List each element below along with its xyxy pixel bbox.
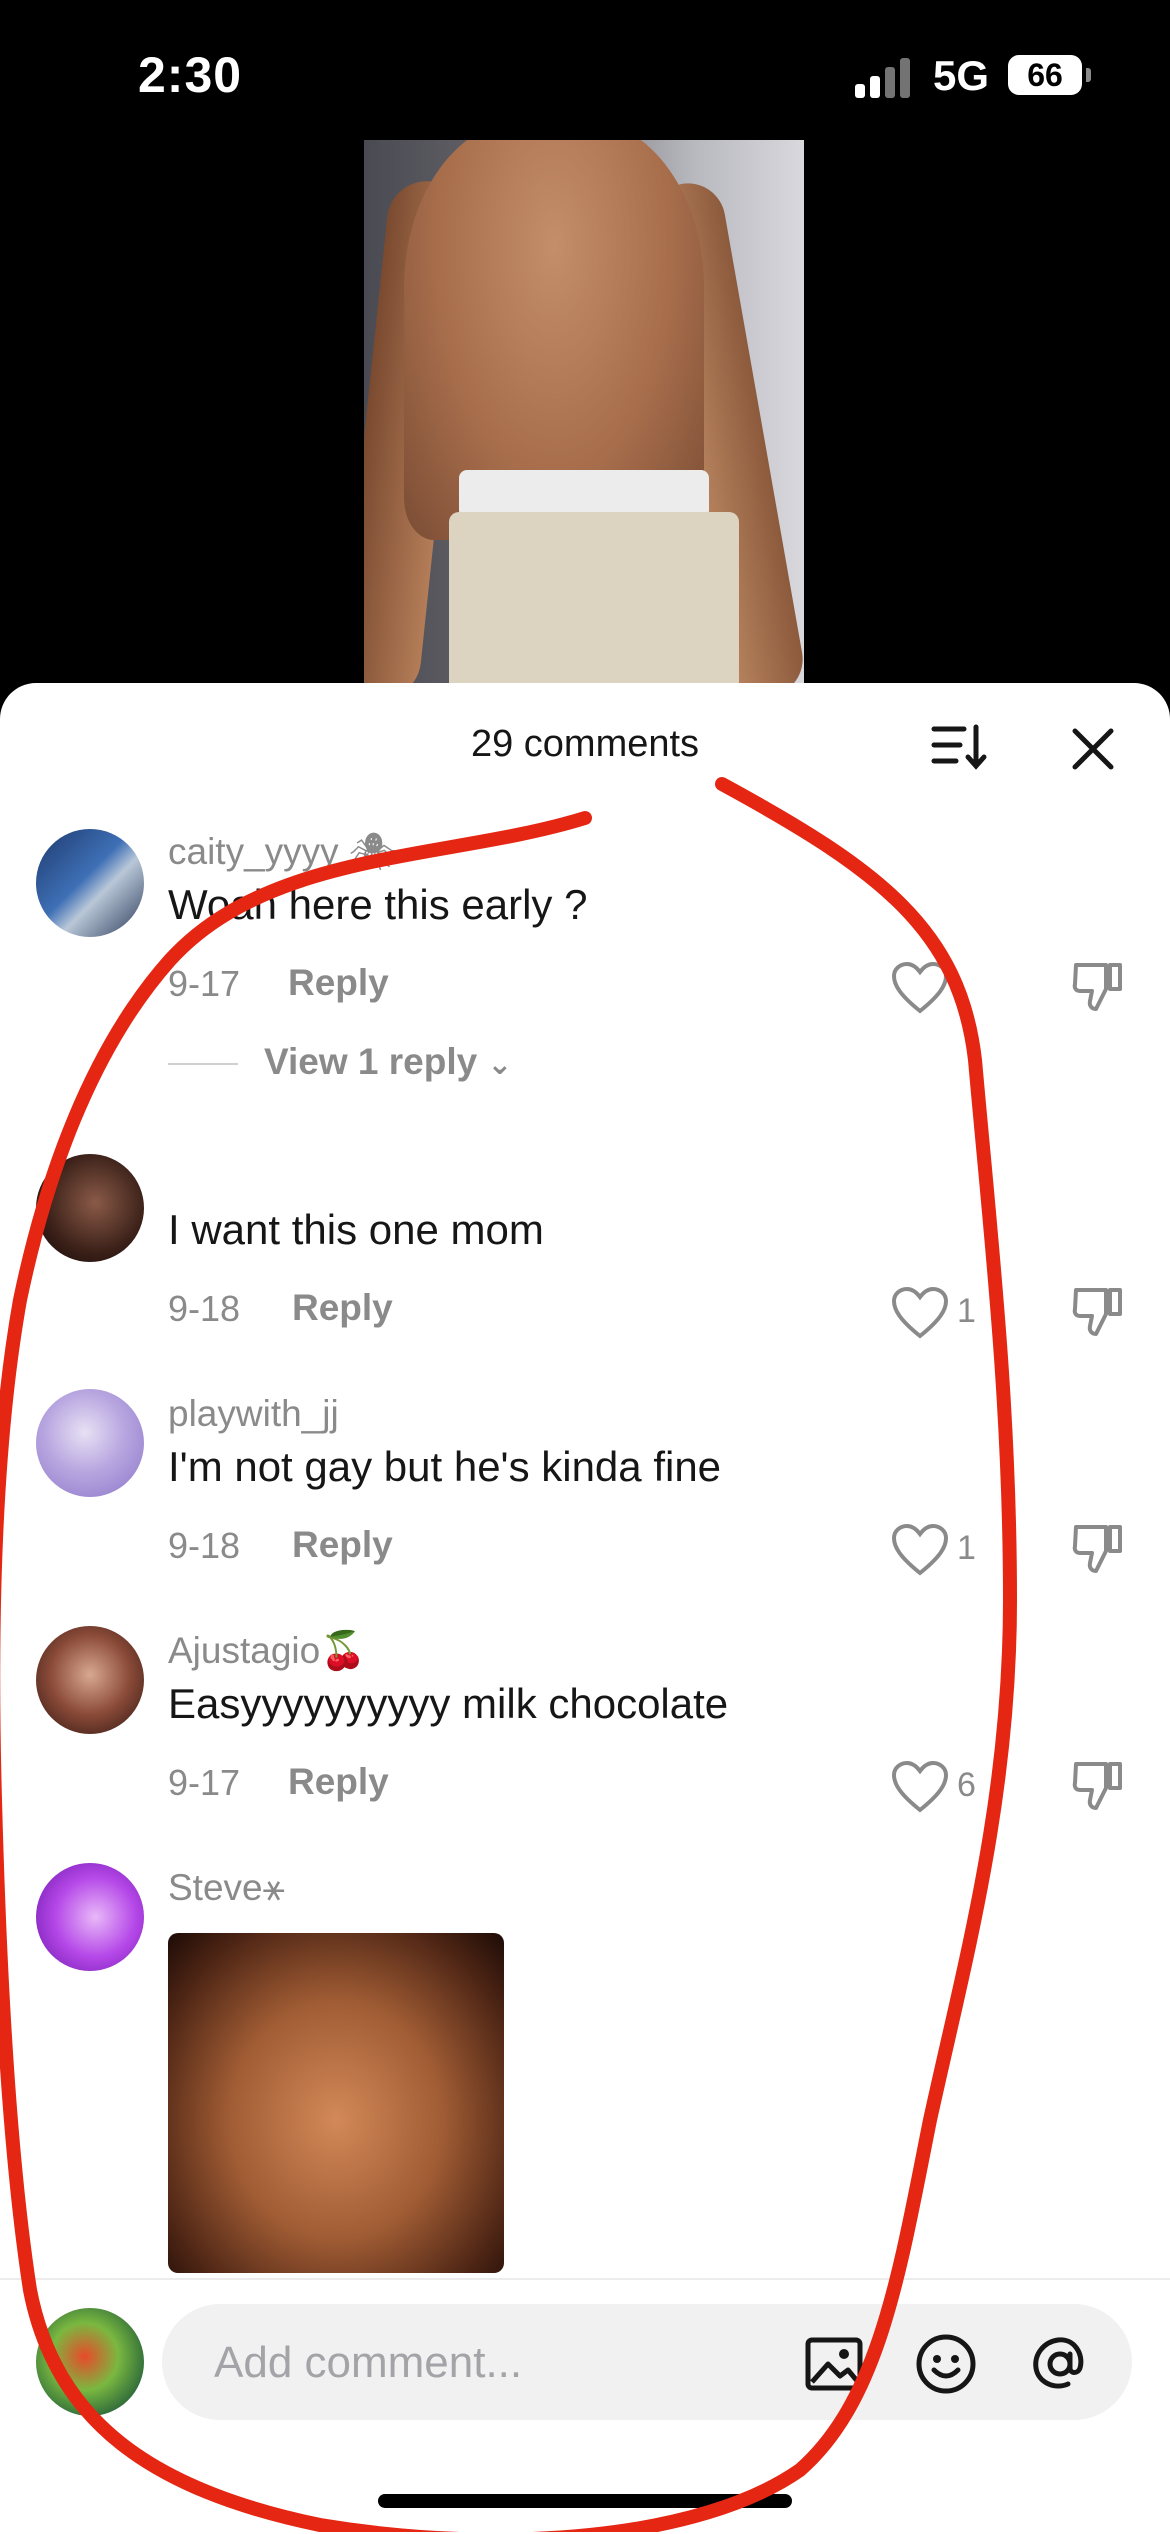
video-figure-waistband xyxy=(459,470,709,518)
network-label: 5G xyxy=(933,52,990,99)
comment-date: 9-17 xyxy=(168,963,241,1004)
video-preview[interactable] xyxy=(364,140,804,685)
view-replies-label: View 1 reply xyxy=(264,1041,478,1082)
avatar[interactable] xyxy=(36,1389,144,1497)
comment-text: I'm not gay but he's kinda fine xyxy=(168,1443,722,1490)
reply-button[interactable]: Reply xyxy=(292,1524,393,1566)
like-count: 6 xyxy=(957,1766,976,1804)
like-count: 1 xyxy=(957,1292,976,1330)
heart-icon[interactable] xyxy=(890,961,950,1015)
comment-composer xyxy=(0,2278,1170,2534)
image-icon[interactable] xyxy=(802,2332,866,2396)
battery-tip xyxy=(1086,68,1091,82)
comment-input-container[interactable] xyxy=(162,2304,1132,2422)
avatar[interactable] xyxy=(36,2308,144,2416)
thumbs-down-icon[interactable] xyxy=(1070,1284,1126,1340)
comment-date: 9-17 xyxy=(168,1762,241,1803)
comment-date: 9-18 xyxy=(168,1525,241,1566)
comment-date: 9-18 xyxy=(168,1288,241,1329)
home-indicator xyxy=(378,2494,792,2508)
heart-icon[interactable] xyxy=(890,1523,950,1577)
like-count: 1 xyxy=(957,1529,976,1567)
thumbs-down-icon[interactable] xyxy=(1070,1758,1126,1814)
video-figure-shorts xyxy=(449,512,739,685)
comments-sheet: 29 comments caity_yyyy 🕷 Woah here this … xyxy=(0,683,1170,2532)
emoji-icon[interactable] xyxy=(914,2332,978,2396)
thumbs-down-icon[interactable] xyxy=(1070,959,1126,1015)
comment-username[interactable]: Ajustagio🍒 xyxy=(168,1630,366,1673)
signal-icon xyxy=(855,58,915,98)
comment-username[interactable]: caity_yyyy 🕷 xyxy=(168,831,396,874)
heart-icon[interactable] xyxy=(890,1760,950,1814)
status-bar: 2:30 5G 66 xyxy=(0,0,1170,140)
chevron-down-icon: ⌄ xyxy=(487,1048,513,1081)
at-icon[interactable] xyxy=(1028,2332,1092,2396)
thumbs-down-icon[interactable] xyxy=(1070,1521,1126,1577)
comment-text: I want this one mom xyxy=(168,1206,544,1253)
avatar[interactable] xyxy=(36,829,144,937)
avatar[interactable] xyxy=(36,1626,144,1734)
sheet-header: 29 comments xyxy=(0,683,1170,803)
battery-icon: 66 xyxy=(1008,55,1082,95)
reply-button[interactable]: Reply xyxy=(292,1287,393,1329)
reply-button[interactable]: Reply xyxy=(288,962,389,1004)
comment-count-title: 29 comments xyxy=(470,723,700,765)
comment-text: Easyyyyyyyyyy milk chocolate xyxy=(168,1680,729,1727)
view-replies-button[interactable]: View 1 reply ⌄ xyxy=(168,1041,512,1083)
comment-username[interactable]: playwith_jj xyxy=(168,1393,339,1435)
comment-username[interactable]: Steve⚹ xyxy=(168,1867,285,1910)
comment-image[interactable] xyxy=(168,1933,504,2273)
status-time: 2:30 xyxy=(138,47,243,103)
comment-input[interactable] xyxy=(212,2304,816,2422)
comment-text: Woah here this early ? xyxy=(168,881,588,928)
heart-icon[interactable] xyxy=(890,1286,950,1340)
close-icon[interactable] xyxy=(1065,721,1121,777)
sort-icon[interactable] xyxy=(930,721,990,773)
reply-button[interactable]: Reply xyxy=(288,1761,389,1803)
avatar[interactable] xyxy=(36,1863,144,1971)
avatar[interactable] xyxy=(36,1154,144,1262)
divider-line xyxy=(168,1063,238,1066)
